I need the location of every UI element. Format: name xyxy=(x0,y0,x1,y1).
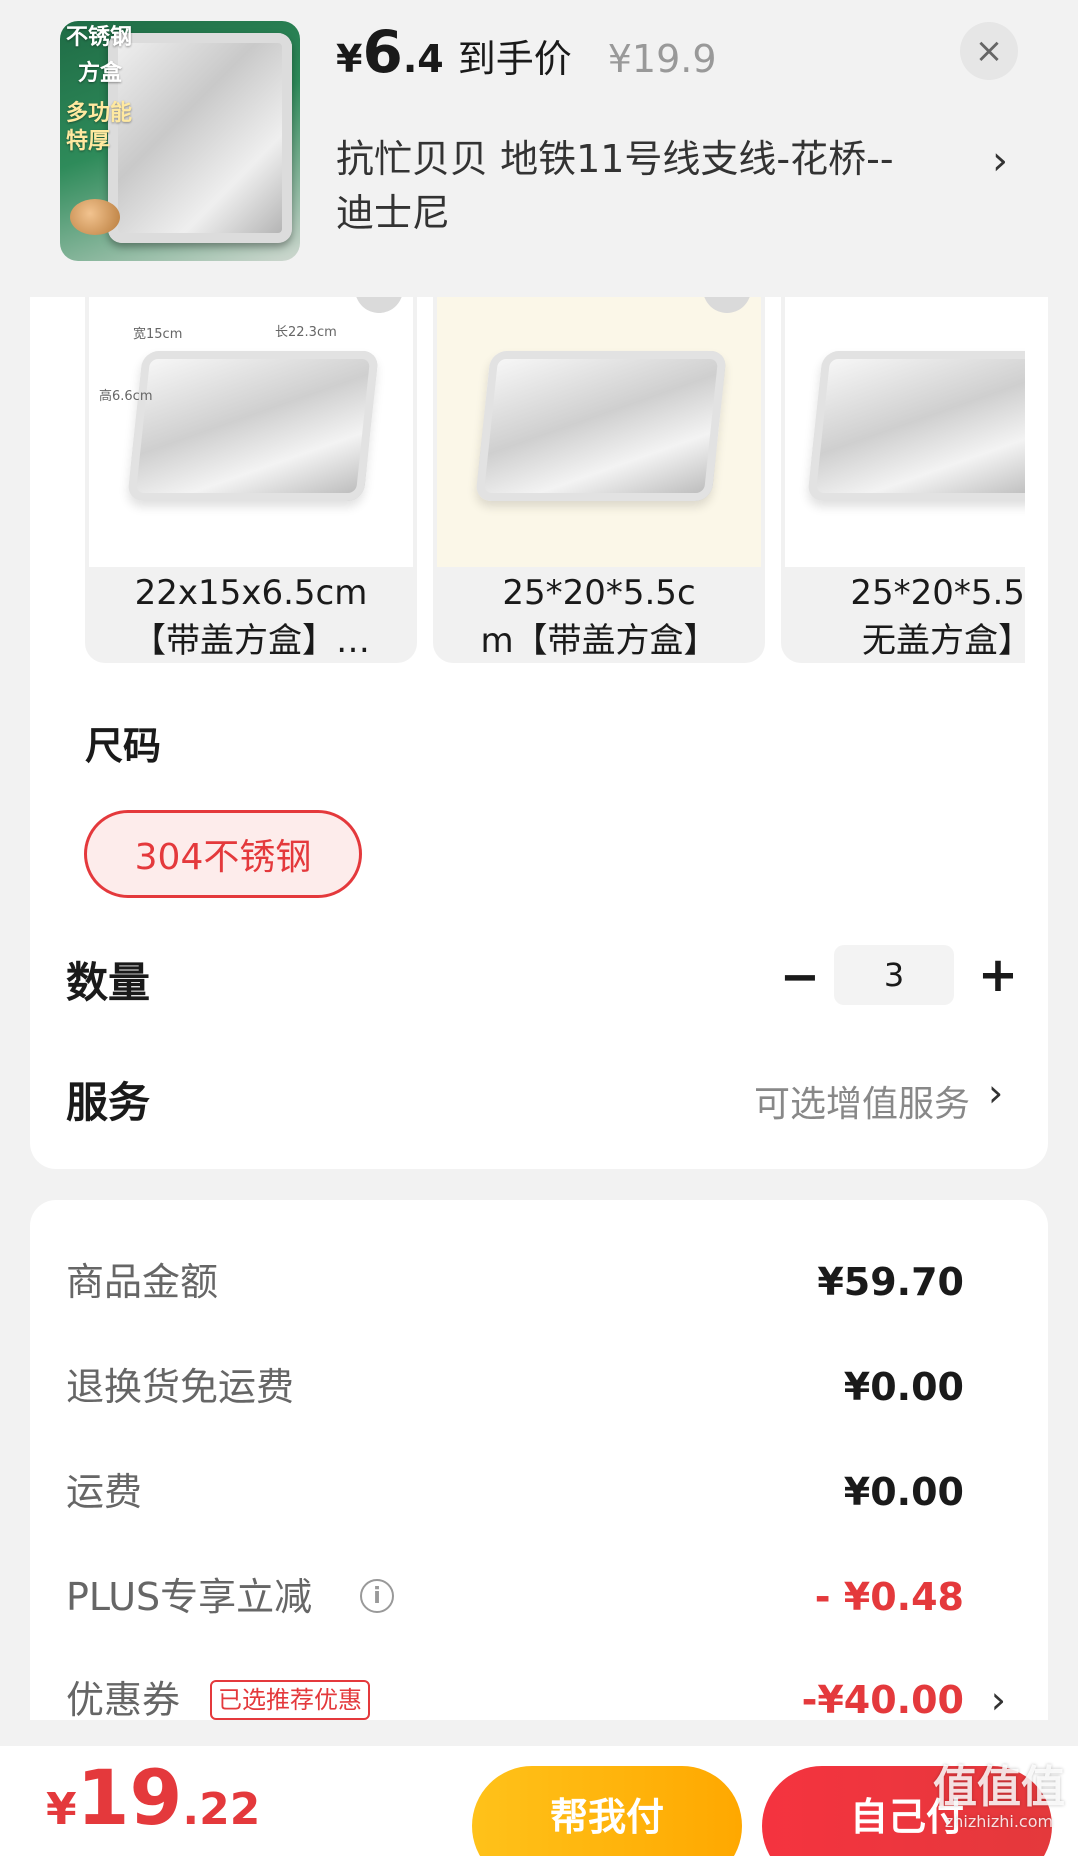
price-decimal: .4 xyxy=(402,37,444,81)
summary-value: ¥0.00 xyxy=(843,1470,964,1514)
thumb-text: 不锈钢 xyxy=(66,25,133,50)
info-icon[interactable]: i xyxy=(360,1579,394,1613)
summary-value: -¥40.00 xyxy=(801,1678,964,1722)
total-price: ¥ 19 .22 xyxy=(46,1758,260,1838)
variant-image: 宽15cm 长22.3cm 高6.6cm xyxy=(89,297,413,567)
checkout-bar: ¥ 19 .22 帮我付 自己付 xyxy=(0,1746,1078,1856)
variant-label-line: 22x15x6.5cm xyxy=(134,573,368,613)
summary-value: ¥59.70 xyxy=(817,1260,964,1304)
delivery-address[interactable]: 抗忙贝贝 地铁11号线支线-花桥--迪士尼 xyxy=(336,132,916,240)
variant-image xyxy=(785,297,1025,567)
price-integer: 6 xyxy=(362,18,403,86)
eggs-image xyxy=(70,199,120,235)
quantity-decrease-button[interactable]: − xyxy=(770,947,830,1007)
summary-label: 优惠券 xyxy=(66,1678,181,1722)
variant-list[interactable]: 宽15cm 长22.3cm 高6.6cm 22x15x6.5cm 【带盖方盒】…… xyxy=(85,297,1025,665)
size-option-selected[interactable]: 304不锈钢 xyxy=(84,810,362,898)
summary-row-return-shipping: 退换货免运费 ¥0.00 xyxy=(30,1357,1048,1417)
tray-image xyxy=(807,351,1025,501)
total-currency: ¥ xyxy=(46,1784,77,1835)
total-integer: 19 xyxy=(76,1753,183,1842)
summary-label: 退换货免运费 xyxy=(66,1365,295,1409)
product-header: 不锈钢 方盒 多功能 特厚 ¥ 6 .4 到手价 ¥19.9 × 抗忙贝贝 地铁… xyxy=(0,0,1078,297)
summary-row-coupon[interactable]: 优惠券 已选推荐优惠 -¥40.00 › xyxy=(30,1670,1048,1730)
summary-row-goods-amount: 商品金额 ¥59.70 xyxy=(30,1252,1048,1312)
variant-label-line: 无盖方盒】 xyxy=(862,621,1025,661)
summary-row-shipping: 运费 ¥0.00 xyxy=(30,1462,1048,1522)
close-button[interactable]: × xyxy=(960,22,1018,80)
variant-label-line: 25*20*5.5c xyxy=(502,573,696,613)
summary-label: 运费 xyxy=(66,1470,143,1514)
variant-option[interactable]: 25*20*5.5c 无盖方盒】 xyxy=(781,297,1025,663)
variant-label-line: m【带盖方盒】 xyxy=(480,621,718,661)
chevron-right-icon[interactable]: › xyxy=(988,1071,1003,1115)
help-pay-button[interactable]: 帮我付 xyxy=(472,1766,742,1856)
variant-label: 22x15x6.5cm 【带盖方盒】… xyxy=(85,567,417,663)
watermark-url: zhizhizhi.com xyxy=(944,1812,1054,1831)
service-title: 服务 xyxy=(66,1078,151,1127)
tray-image xyxy=(127,351,379,501)
summary-label: PLUS专享立减 xyxy=(66,1575,313,1619)
quantity-input[interactable]: 3 xyxy=(834,945,954,1005)
summary-row-plus-discount: PLUS专享立减 i - ¥0.48 xyxy=(30,1567,1048,1627)
variant-label: 25*20*5.5c m【带盖方盒】 xyxy=(433,567,765,663)
variant-option[interactable]: 25*20*5.5c m【带盖方盒】 xyxy=(433,297,765,663)
original-price: ¥19.9 xyxy=(607,37,717,81)
variant-label-line: 【带盖方盒】… xyxy=(132,621,370,661)
chevron-right-icon[interactable]: › xyxy=(992,138,1008,184)
variant-label-line: 25*20*5.5c xyxy=(850,573,1025,613)
watermark-text: 值值值 xyxy=(933,1762,1065,1813)
price-summary-card: 商品金额 ¥59.70 退换货免运费 ¥0.00 运费 ¥0.00 PLUS专享… xyxy=(30,1200,1048,1722)
spec-card: 宽15cm 长22.3cm 高6.6cm 22x15x6.5cm 【带盖方盒】…… xyxy=(30,297,1048,1169)
variant-option[interactable]: 宽15cm 长22.3cm 高6.6cm 22x15x6.5cm 【带盖方盒】… xyxy=(85,297,417,663)
watermark-logo: 值值值 zhizhizhi.com xyxy=(924,1764,1074,1854)
tray-image xyxy=(475,351,727,501)
total-decimal: .22 xyxy=(182,1784,261,1835)
service-option-link[interactable]: 可选增值服务 xyxy=(754,1075,970,1127)
dimension-label: 高6.6cm xyxy=(99,389,153,404)
price-label: 到手价 xyxy=(457,37,572,81)
size-title: 尺码 xyxy=(85,724,162,768)
final-price: ¥ 6 .4 到手价 ¥19.9 xyxy=(336,22,717,92)
summary-label: 商品金额 xyxy=(66,1260,219,1304)
summary-value: ¥0.00 xyxy=(843,1365,964,1409)
price-currency: ¥ xyxy=(336,37,363,81)
thumb-text: 多功能 xyxy=(66,101,133,126)
tray-image xyxy=(108,33,292,243)
summary-value: - ¥0.48 xyxy=(814,1575,964,1619)
thumb-text: 特厚 xyxy=(66,129,111,154)
dimension-label: 宽15cm xyxy=(133,327,183,342)
thumb-text: 方盒 xyxy=(78,61,123,86)
chevron-right-icon[interactable]: › xyxy=(991,1670,1006,1730)
quantity-increase-button[interactable]: + xyxy=(968,943,1028,1007)
close-icon: × xyxy=(974,31,1004,71)
dimension-label: 长22.3cm xyxy=(275,325,337,340)
variant-image xyxy=(437,297,761,567)
coupon-badge: 已选推荐优惠 xyxy=(210,1680,370,1720)
product-thumbnail: 不锈钢 方盒 多功能 特厚 xyxy=(60,21,300,261)
variant-label: 25*20*5.5c 无盖方盒】 xyxy=(781,567,1025,663)
quantity-title: 数量 xyxy=(66,958,151,1007)
